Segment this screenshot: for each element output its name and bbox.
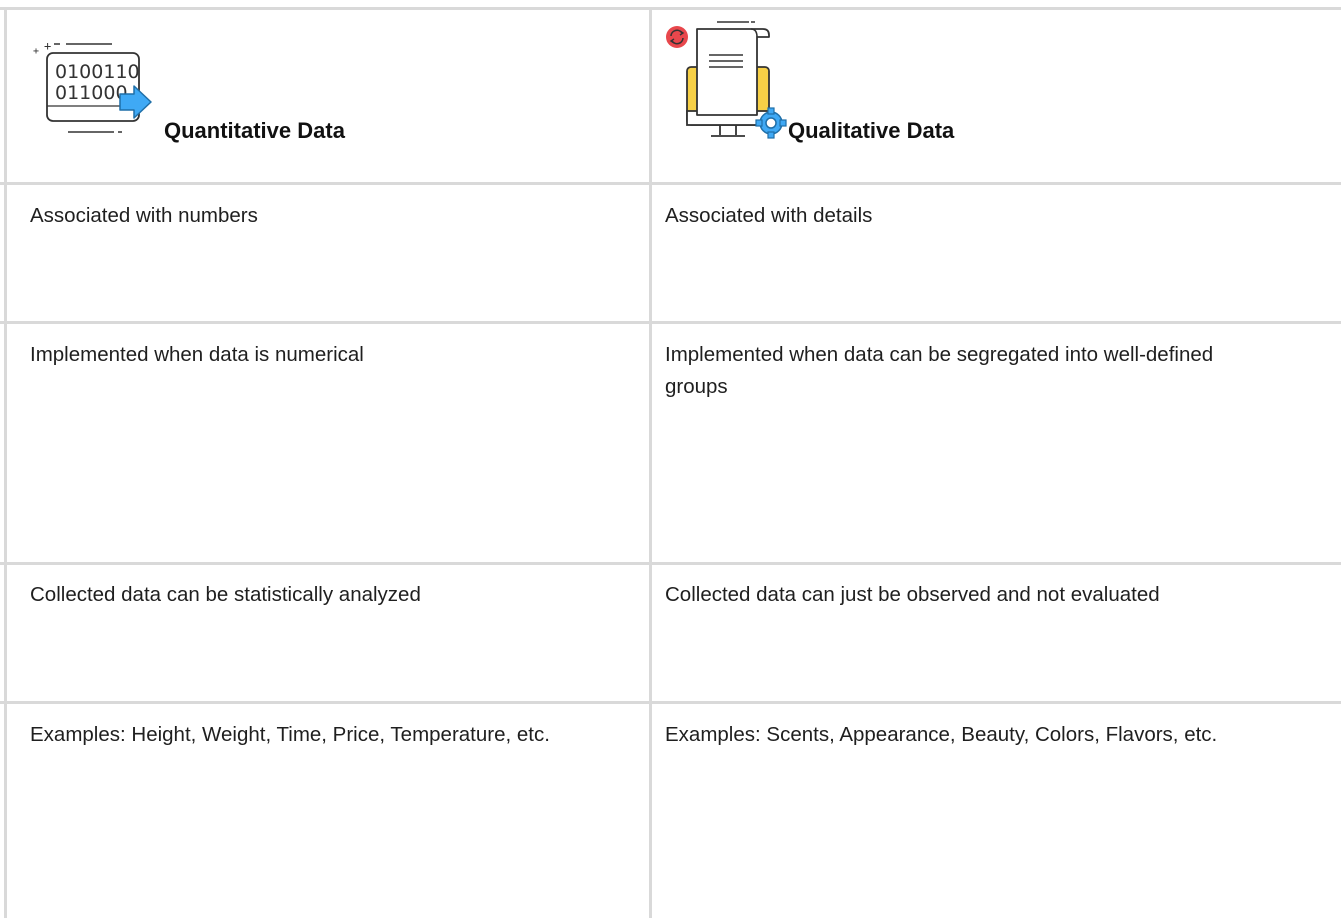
- cell-text: Collected data can be statistically anal…: [30, 583, 421, 606]
- cell-text: Implemented when data is numerical: [30, 343, 364, 366]
- table-cell: Examples: Scents, Appearance, Beauty, Co…: [665, 719, 1330, 751]
- cell-text: Examples: Scents, Appearance, Beauty, Co…: [665, 723, 1218, 746]
- table-cell: Implemented when data can be segregated …: [665, 339, 1265, 403]
- table-cell: Associated with details: [665, 200, 1330, 232]
- row-divider: [0, 701, 1341, 704]
- cell-text: Examples: Height, Weight, Time, Price, T…: [30, 723, 550, 746]
- svg-text:+: +: [33, 46, 39, 57]
- header-title-quantitative: Quantitative Data: [164, 118, 345, 143]
- table-cell: Associated with numbers: [30, 200, 630, 232]
- row-divider: [0, 562, 1341, 565]
- cell-text: Associated with details: [665, 204, 873, 227]
- cell-text: Collected data can just be observed and …: [665, 583, 1160, 606]
- header-title-qualitative: Qualitative Data: [788, 118, 955, 143]
- binary-line: 011000: [55, 82, 128, 104]
- table-border-top: [0, 7, 1341, 10]
- binary-line: 0100110: [55, 61, 140, 83]
- svg-text:+: +: [44, 39, 51, 53]
- column-divider: [649, 7, 652, 918]
- table-cell: Collected data can just be observed and …: [665, 579, 1335, 611]
- cell-text: Implemented when data can be segregated …: [665, 343, 1214, 398]
- comparison-table: + + 0100110 011000 Quantitative Data Qua…: [0, 0, 1341, 918]
- row-divider: [0, 182, 1341, 185]
- table-cell: Implemented when data is numerical: [30, 339, 630, 371]
- binary-data-icon: + + 0100110 011000: [30, 28, 160, 138]
- table-cell: Examples: Height, Weight, Time, Price, T…: [30, 719, 550, 751]
- row-divider: [0, 321, 1341, 324]
- table-cell: Collected data can be statistically anal…: [30, 579, 630, 611]
- document-monitor-icon: [665, 15, 795, 150]
- cell-text: Associated with numbers: [30, 204, 258, 227]
- table-border-left: [4, 7, 7, 918]
